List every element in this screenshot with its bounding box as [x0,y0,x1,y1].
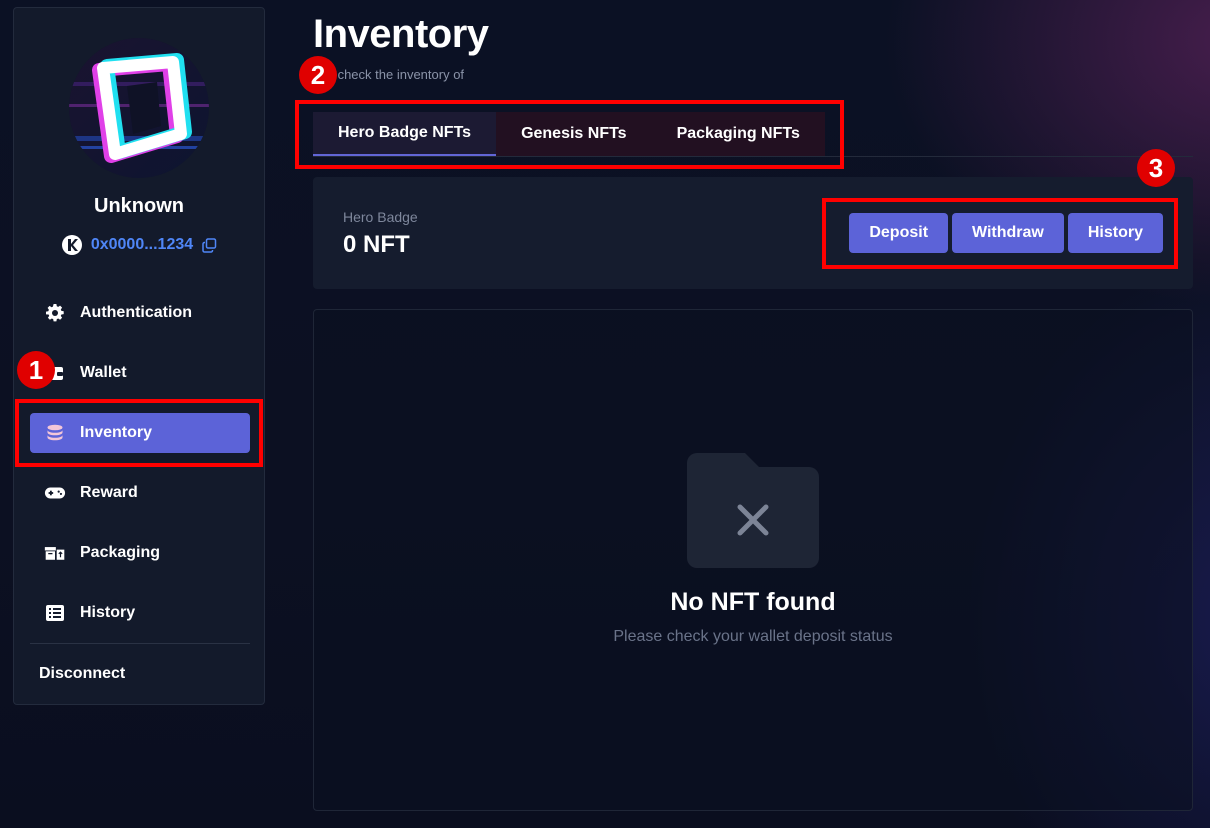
avatar[interactable] [69,38,209,178]
sidebar-divider [30,643,250,644]
sidebar-item-history[interactable]: History [30,593,250,633]
empty-state-subtitle: Please check your wallet deposit status [613,628,893,645]
list-icon [44,602,66,624]
annotation-box-2 [295,100,844,169]
sidebar-nav: Authentication Wallet Inventory Reward P… [30,293,250,653]
page-title: Inventory [313,12,489,56]
hero-badge-count: 0 NFT [343,231,410,258]
sidebar-item-reward[interactable]: Reward [30,473,250,513]
avatar-logo-icon [69,38,209,178]
annotation-badge-1: 1 [17,351,55,389]
sidebar: Unknown 0x0000...1234 Authentication Wal… [13,7,265,705]
annotation-badge-2: 2 [299,56,337,94]
gear-icon [44,302,66,324]
annotation-box-1 [15,399,263,467]
empty-folder-icon [687,453,819,568]
nft-list-panel: No NFT found Please check your wallet de… [313,309,1193,811]
box-icon [44,542,66,564]
sidebar-item-label: Reward [80,484,138,501]
sidebar-item-label: History [80,604,136,621]
sidebar-item-packaging[interactable]: Packaging [30,533,250,573]
kaia-chain-icon [61,234,83,256]
gamepad-icon [44,482,66,504]
sidebar-item-wallet[interactable]: Wallet [30,353,250,393]
wallet-address[interactable]: 0x0000...1234 [91,236,193,254]
hero-badge-label: Hero Badge [343,209,418,225]
sidebar-item-authentication[interactable]: Authentication [30,293,250,333]
disconnect-button[interactable]: Disconnect [39,665,125,683]
annotation-badge-3: 3 [1137,149,1175,187]
sidebar-item-label: Packaging [80,544,161,561]
sidebar-item-label: Authentication [80,304,192,321]
annotation-box-3 [822,198,1178,269]
copy-icon[interactable] [201,237,217,253]
sidebar-item-label: Wallet [80,364,127,381]
empty-state-title: No NFT found [670,588,836,616]
username: Unknown [94,195,184,217]
wallet-address-row: 0x0000...1234 [14,234,264,256]
